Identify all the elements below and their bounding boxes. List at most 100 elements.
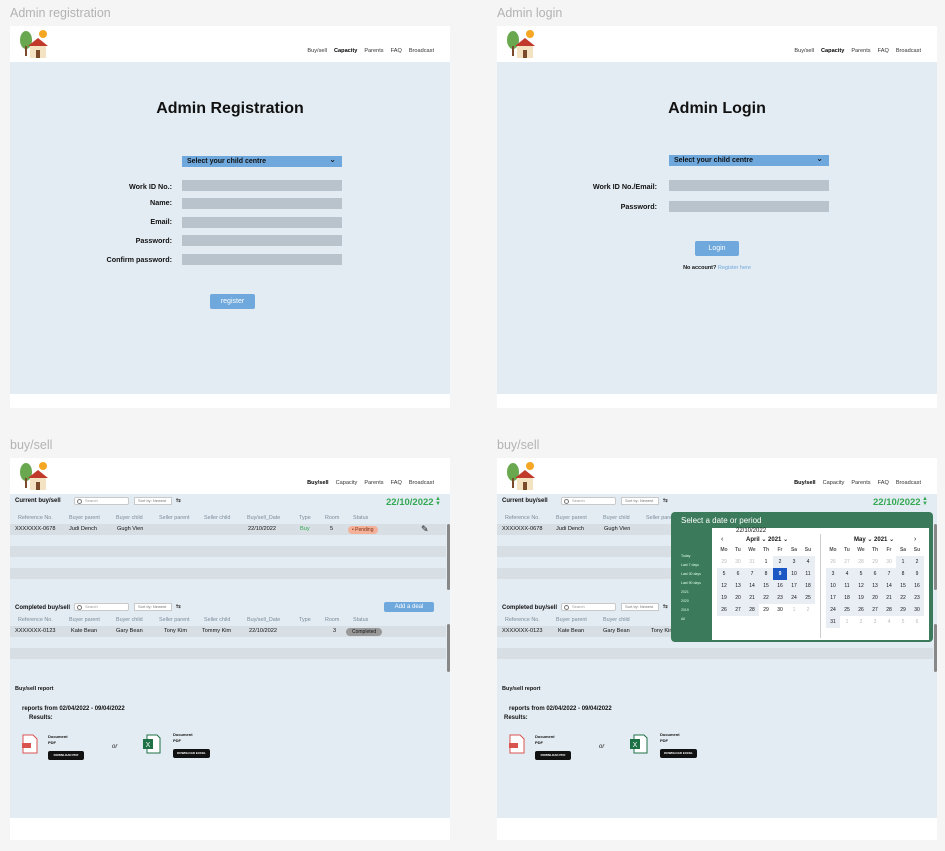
preset-last-30[interactable]: Last 30 days <box>681 570 701 579</box>
calendar-day[interactable]: 4 <box>801 556 815 568</box>
calendar-day[interactable]: 17 <box>826 592 840 604</box>
calendar-day[interactable]: 30 <box>773 604 787 616</box>
password-field[interactable] <box>182 235 342 246</box>
calendar-day[interactable]: 12 <box>717 580 731 592</box>
nav-broadcast[interactable]: Broadcast <box>896 48 921 54</box>
download-pdf-button[interactable]: DOWNLOAD PDF <box>48 751 84 760</box>
calendar-day[interactable]: 1 <box>840 616 854 628</box>
nav-parents[interactable]: Parents <box>364 48 383 54</box>
search-input[interactable]: Search <box>561 603 616 611</box>
calendar-day[interactable]: 28 <box>854 556 868 568</box>
add-deal-button[interactable]: Add a deal <box>384 602 434 612</box>
calendar-day[interactable]: 25 <box>801 592 815 604</box>
calendar-day[interactable]: 2 <box>854 616 868 628</box>
calendar-day[interactable]: 29 <box>717 556 731 568</box>
calendar-day[interactable]: 18 <box>840 592 854 604</box>
name-field[interactable] <box>182 198 342 209</box>
calendar-day[interactable]: 21 <box>745 592 759 604</box>
preset-last-7[interactable]: Last 7 days <box>681 561 701 570</box>
sort-dropdown[interactable]: Sort by: Newest <box>621 497 659 505</box>
date-stepper-icon[interactable]: ▲ ▼ <box>922 496 928 507</box>
calendar-day[interactable]: 24 <box>787 592 801 604</box>
date-stepper-icon[interactable]: ▲ ▼ <box>435 496 441 507</box>
scrollbar[interactable] <box>447 624 450 672</box>
calendar-day[interactable]: 1 <box>759 556 773 568</box>
calendar-day[interactable]: 26 <box>854 604 868 616</box>
nav-broadcast[interactable]: Broadcast <box>896 480 921 486</box>
calendar-day[interactable]: 30 <box>910 604 924 616</box>
calendar-day[interactable]: 6 <box>910 616 924 628</box>
calendar-day[interactable]: 26 <box>826 556 840 568</box>
nav-faq[interactable]: FAQ <box>878 48 889 54</box>
calendar-day[interactable]: 28 <box>745 604 759 616</box>
preset-all[interactable]: All <box>681 615 701 624</box>
download-excel-button[interactable]: DOWNLOAD EXCEL <box>173 749 210 758</box>
calendar-day[interactable]: 7 <box>745 568 759 580</box>
calendar-day[interactable]: 13 <box>731 580 745 592</box>
calendar-day[interactable]: 2 <box>773 556 787 568</box>
calendar-day[interactable]: 28 <box>882 604 896 616</box>
nav-faq[interactable]: FAQ <box>391 48 402 54</box>
calendar-day[interactable]: 5 <box>854 568 868 580</box>
preset-last-90[interactable]: Last 90 days <box>681 579 701 588</box>
calendar-day[interactable]: 9 <box>773 568 787 580</box>
nav-faq[interactable]: FAQ <box>878 480 889 486</box>
download-pdf-button[interactable]: DOWNLOAD PDF <box>535 751 571 760</box>
refresh-icon[interactable]: ⇆ <box>663 497 668 504</box>
calendar-day[interactable]: 20 <box>868 592 882 604</box>
nav-parents[interactable]: Parents <box>851 48 870 54</box>
register-link[interactable]: Register here <box>718 265 751 271</box>
calendar-day[interactable]: 16 <box>910 580 924 592</box>
calendar-day[interactable]: 27 <box>731 604 745 616</box>
edit-icon[interactable]: ✎ <box>421 524 429 535</box>
password-field[interactable] <box>669 201 829 212</box>
search-input[interactable]: Search <box>74 603 129 611</box>
search-input[interactable]: Search <box>74 497 129 505</box>
nav-broadcast[interactable]: Broadcast <box>409 48 434 54</box>
calendar-day[interactable]: 14 <box>745 580 759 592</box>
work-id-email-field[interactable] <box>669 180 829 191</box>
calendar-day[interactable]: 30 <box>882 556 896 568</box>
calendar-day[interactable]: 20 <box>731 592 745 604</box>
preset-2019[interactable]: 2019 <box>681 606 701 615</box>
register-button[interactable]: register <box>210 294 255 309</box>
nav-capacity[interactable]: Capacity <box>334 48 357 54</box>
calendar-day[interactable]: 11 <box>840 580 854 592</box>
refresh-icon[interactable]: ⇆ <box>176 497 181 504</box>
calendar-day[interactable]: 22 <box>896 592 910 604</box>
calendar-day[interactable]: 8 <box>896 568 910 580</box>
search-input[interactable]: Search <box>561 497 616 505</box>
calendar-day[interactable]: 4 <box>840 568 854 580</box>
calendar-day[interactable]: 18 <box>801 580 815 592</box>
sort-dropdown[interactable]: Sort by: Newest <box>134 603 172 611</box>
calendar-day[interactable]: 5 <box>896 616 910 628</box>
confirm-password-field[interactable] <box>182 254 342 265</box>
nav-capacity[interactable]: Capacity <box>823 480 845 486</box>
refresh-icon[interactable]: ⇆ <box>176 603 181 610</box>
calendar-day[interactable]: 9 <box>910 568 924 580</box>
email-field[interactable] <box>182 217 342 228</box>
calendar-day[interactable]: 19 <box>717 592 731 604</box>
calendar-day[interactable]: 10 <box>826 580 840 592</box>
nav-parents[interactable]: Parents <box>364 480 383 486</box>
calendar-day[interactable]: 29 <box>868 556 882 568</box>
calendar-day[interactable]: 3 <box>826 568 840 580</box>
next-month-icon[interactable]: › <box>914 536 916 543</box>
nav-buysell[interactable]: Buy/sell <box>794 48 814 54</box>
scrollbar[interactable] <box>934 624 937 672</box>
calendar-day[interactable]: 7 <box>882 568 896 580</box>
nav-buysell[interactable]: Buy/sell <box>307 48 327 54</box>
table-row[interactable]: XXXXXXX-0123 Kate Bean Gary Bean Tony Ki… <box>10 626 446 637</box>
scrollbar[interactable] <box>447 524 450 590</box>
calendar-day[interactable]: 2 <box>801 604 815 616</box>
calendar-day[interactable]: 31 <box>745 556 759 568</box>
nav-broadcast[interactable]: Broadcast <box>409 480 434 486</box>
calendar-day[interactable]: 6 <box>731 568 745 580</box>
centre-dropdown[interactable]: Select your child centre ⌄ <box>182 155 342 167</box>
right-month-grid[interactable]: Mo Tu We Th Fr Sa Su 26 27 28 29 30 1 2 3 4 5 6 7 8 9 10 11 12 1… <box>826 544 924 628</box>
calendar-day[interactable]: 16 <box>773 580 787 592</box>
calendar-day[interactable]: 27 <box>840 556 854 568</box>
calendar-day[interactable]: 22 <box>759 592 773 604</box>
refresh-icon[interactable]: ⇆ <box>663 603 668 610</box>
calendar-day[interactable]: 1 <box>896 556 910 568</box>
